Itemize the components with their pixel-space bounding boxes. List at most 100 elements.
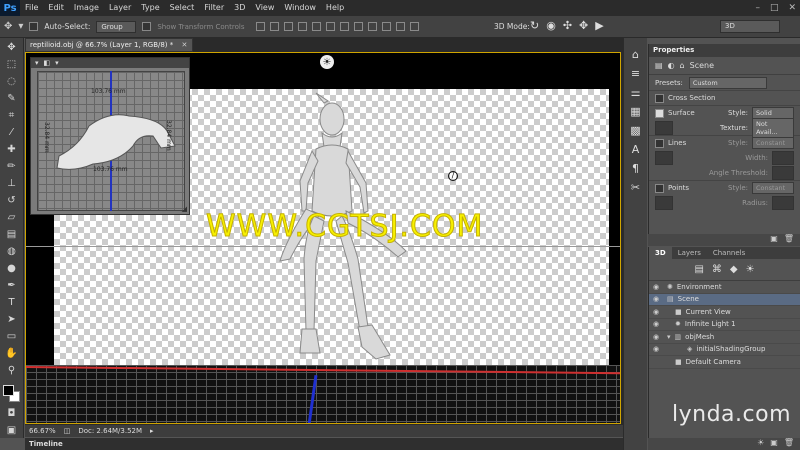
texture-dropdown[interactable]: Not Avail... (752, 117, 794, 138)
canvas[interactable]: WWW.CGTSJ.COM ☀ / ▾ ◧ ▾ 103.76 mm 32.84 … (25, 52, 621, 424)
timeline-panel-tab[interactable]: Timeline (25, 437, 623, 450)
align-right-icon[interactable] (326, 22, 336, 31)
healing-tool-icon[interactable]: ✚ (5, 143, 19, 157)
presets-dropdown[interactable]: Custom (688, 76, 767, 89)
view-menu-icon[interactable]: ▾ (55, 59, 59, 67)
distribute-center-icon[interactable] (354, 22, 364, 31)
stamp-tool-icon[interactable]: ⊥ (5, 177, 19, 191)
width-input[interactable] (772, 150, 794, 165)
history-brush-icon[interactable]: ↺ (5, 194, 19, 208)
distribute-hcenter-icon[interactable] (396, 22, 406, 31)
close-window-button[interactable]: ✕ (788, 0, 796, 16)
adjustments-panel-icon[interactable]: ⚌ (631, 86, 641, 99)
move-tool-icon[interactable]: ✥ (5, 41, 19, 55)
radius-input[interactable] (772, 195, 794, 210)
type-tool-icon[interactable]: T (5, 295, 19, 309)
doc-size[interactable]: Doc: 2.64M/3.52M (78, 427, 142, 435)
close-icon[interactable]: ✕ (182, 41, 188, 49)
align-left-icon[interactable] (298, 22, 308, 31)
screen-mode-icon[interactable]: ▣ (5, 424, 19, 438)
points-style-dropdown[interactable]: Constant (752, 182, 794, 194)
path-select-tool-icon[interactable]: ➤ (5, 312, 19, 326)
brush-tool-icon[interactable]: ✏ (5, 160, 19, 174)
points-checkbox[interactable] (655, 183, 664, 193)
camera-icon[interactable]: ⌂ (680, 61, 685, 70)
render-icon[interactable]: ▣ (770, 234, 778, 246)
tree-item-current-view[interactable]: ◉ ■ Current View (649, 306, 800, 319)
delete-icon[interactable]: 🗑 (784, 438, 794, 450)
whole-scene-filter-icon[interactable]: ▤ (694, 264, 703, 275)
marquee-tool-icon[interactable]: ⬚ (5, 58, 19, 72)
menu-type[interactable]: Type (136, 0, 164, 16)
menu-edit[interactable]: Edit (43, 0, 69, 16)
styles-panel-icon[interactable]: ▩ (630, 124, 640, 137)
character-panel-icon[interactable]: A (632, 143, 640, 156)
secondary-view-window[interactable]: ▾ ◧ ▾ 103.76 mm 32.84 mm 103.76 mm 32.84… (30, 57, 190, 215)
cross-section-checkbox[interactable] (655, 93, 664, 103)
move-tool-icon[interactable]: ✥ (4, 21, 12, 32)
minimize-button[interactable]: – (755, 0, 760, 16)
menu-filter[interactable]: Filter (199, 0, 229, 16)
paragraph-panel-icon[interactable]: ¶ (632, 162, 639, 175)
lines-color-swatch[interactable] (655, 150, 673, 165)
surface-checkbox[interactable] (655, 108, 664, 118)
tab-channels[interactable]: Channels (707, 247, 751, 259)
crop-tool-icon[interactable]: ⌗ (5, 109, 19, 123)
auto-select-checkbox[interactable] (29, 22, 39, 31)
angle-threshold-input[interactable] (772, 165, 794, 180)
tree-item-infinite-light[interactable]: ◉ ✹ Infinite Light 1 (649, 319, 800, 331)
distribute-right-icon[interactable] (410, 22, 420, 31)
pen-tool-icon[interactable]: ✒ (5, 278, 19, 292)
status-menu-icon[interactable]: ▸ (150, 427, 154, 435)
view-camera-icon[interactable]: ◧ (44, 59, 51, 67)
menu-window[interactable]: Window (279, 0, 321, 16)
swatches-panel-icon[interactable]: ▦ (630, 105, 640, 118)
camera-icon[interactable]: ▶ (595, 19, 603, 32)
distribute-left-icon[interactable] (382, 22, 392, 31)
tools-presets-icon[interactable]: ✂ (631, 181, 640, 194)
visibility-eye-icon[interactable]: ◉ (649, 320, 663, 328)
shape-tool-icon[interactable]: ▭ (5, 329, 19, 343)
color-swatches[interactable] (2, 384, 22, 404)
quick-mask-icon[interactable]: ◘ (5, 407, 19, 421)
tab-layers[interactable]: Layers (672, 247, 707, 259)
view-toggle-icon[interactable]: ▾ (35, 59, 39, 67)
properties-tab[interactable]: Properties (649, 44, 800, 57)
visibility-eye-icon[interactable]: ◉ (649, 345, 663, 353)
visibility-eye-icon[interactable]: ◉ (649, 308, 663, 316)
visibility-eye-icon[interactable]: ◉ (649, 283, 663, 291)
delete-icon[interactable]: 🗑 (784, 234, 794, 246)
properties-panel-icon[interactable]: ≡ (631, 67, 640, 80)
light-filter-icon[interactable]: ☀ (746, 264, 755, 275)
distribute-bottom-icon[interactable] (368, 22, 378, 31)
maximize-button[interactable]: □ (770, 0, 779, 16)
environment-icon[interactable]: ◐ (668, 61, 675, 70)
dodge-tool-icon[interactable]: ● (5, 261, 19, 275)
distribute-top-icon[interactable] (340, 22, 350, 31)
menu-select[interactable]: Select (165, 0, 200, 16)
roll-icon[interactable]: ◉ (546, 19, 556, 32)
surface-color-swatch[interactable] (655, 120, 673, 135)
workspace-dropdown[interactable]: 3D (720, 20, 780, 33)
light-widget-icon[interactable]: ☀ (320, 55, 334, 69)
document-tab[interactable]: reptilioid.obj @ 66.7% (Layer 1, RGB/8) … (25, 38, 193, 52)
menu-3d[interactable]: 3D (229, 0, 250, 16)
align-vcenter-icon[interactable] (270, 22, 280, 31)
zoom-level[interactable]: 66.67% (29, 427, 56, 435)
tree-item-shading-group[interactable]: ◉ ◈ initialShadingGroup (649, 344, 800, 356)
visibility-eye-icon[interactable]: ◉ (649, 333, 663, 341)
menu-layer[interactable]: Layer (104, 0, 136, 16)
eraser-tool-icon[interactable]: ▱ (5, 211, 19, 225)
foreground-color-swatch[interactable] (2, 385, 14, 397)
menu-image[interactable]: Image (69, 0, 104, 16)
quick-select-tool-icon[interactable]: ✎ (5, 92, 19, 106)
align-bottom-icon[interactable] (284, 22, 294, 31)
expand-arrow-icon[interactable]: ▾ (667, 333, 671, 341)
points-color-swatch[interactable] (655, 195, 673, 210)
orbit-icon[interactable]: ↻ (530, 19, 539, 32)
lines-style-dropdown[interactable]: Constant (752, 137, 794, 149)
auto-select-dropdown[interactable]: Group (96, 20, 137, 33)
resize-handle-icon[interactable]: ◢ (182, 205, 187, 213)
tab-3d[interactable]: 3D (649, 247, 672, 259)
doc-status-icon[interactable]: ◫ (64, 427, 71, 435)
